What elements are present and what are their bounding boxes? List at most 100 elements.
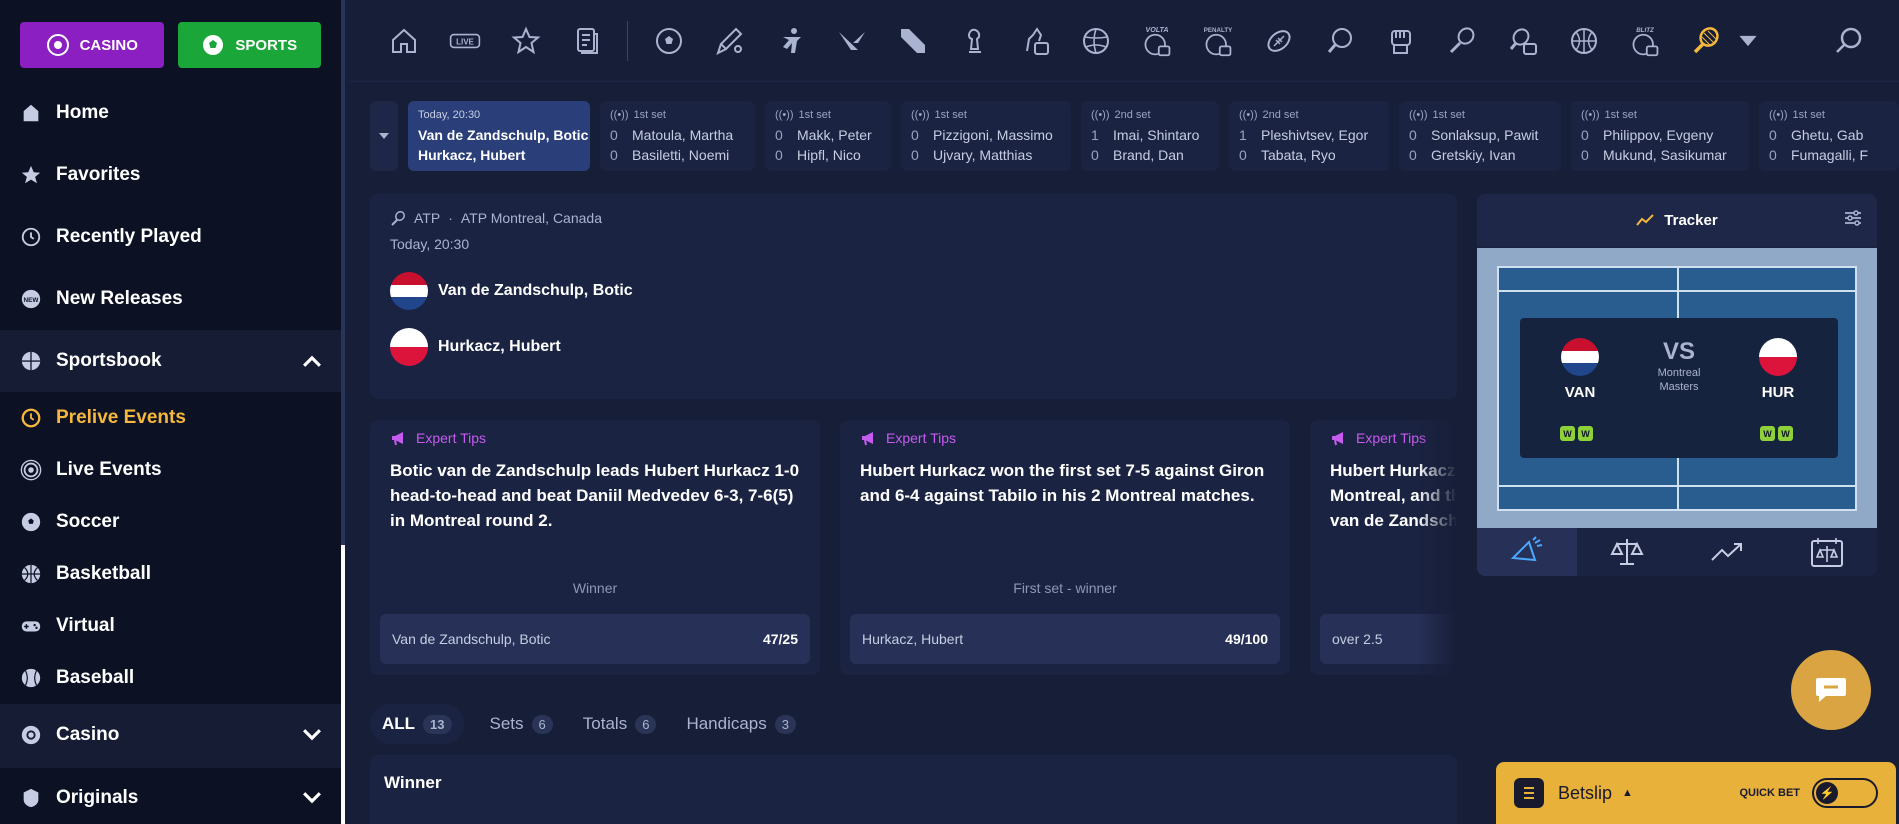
tab-sets[interactable]: Sets 6: [486, 704, 557, 744]
betslip-bar[interactable]: Betslip ▲ QUICK BET ⚡: [1496, 762, 1896, 824]
table-tennis-icon[interactable]: [1309, 16, 1370, 66]
sidebar-scrollbar[interactable]: [341, 545, 345, 824]
tracker-tab-announcements[interactable]: [1477, 528, 1577, 576]
home-score: 0: [610, 127, 618, 143]
search-icon[interactable]: [1818, 16, 1879, 66]
sidebar-item-prelive-events[interactable]: Prelive Events: [0, 392, 341, 444]
soccer-icon[interactable]: [638, 16, 699, 66]
win-badge: W: [1578, 426, 1593, 441]
match-card[interactable]: ((•)) 1st set 0 Ghetu, Gab 0 Fumagalli, F: [1759, 101, 1899, 171]
star-icon[interactable]: [495, 16, 556, 66]
vs-label: VS: [1662, 338, 1695, 365]
originals-icon: [23, 788, 39, 808]
tracker-tab-h2h[interactable]: [1777, 528, 1877, 576]
winner-market[interactable]: Winner: [370, 755, 1457, 824]
etennis-icon[interactable]: [1492, 16, 1553, 66]
home-icon[interactable]: [373, 16, 434, 66]
tip-market: First set - winner: [1013, 580, 1117, 596]
tip-heading: Expert Tips: [416, 430, 487, 446]
valorant-icon[interactable]: [821, 16, 882, 66]
basketball-icon[interactable]: [1553, 16, 1614, 66]
sidebar-item-home[interactable]: Home: [0, 82, 341, 144]
tab-totals[interactable]: Totals 6: [579, 704, 661, 744]
live-signal-icon: ((•)): [1409, 109, 1428, 121]
sidebar-item-label: Originals: [56, 787, 139, 808]
chevron-down-icon: [303, 729, 321, 741]
tip-heading: Expert Tips: [886, 430, 957, 446]
casino-button[interactable]: CASINO: [20, 22, 164, 68]
match-card[interactable]: ((•)) 2nd set 1 Imai, Shintaro 0 Brand, Dan: [1081, 101, 1219, 171]
blitz-icon[interactable]: BLITZ: [1614, 16, 1675, 66]
coupon-icon[interactable]: [556, 16, 617, 66]
dota-icon[interactable]: [882, 16, 943, 66]
cricket-icon[interactable]: [699, 16, 760, 66]
sidebar-item-favorites[interactable]: Favorites: [0, 144, 341, 206]
home-team: Van de Zandschulp, Botic: [390, 272, 1437, 310]
sidebar-item-new-releases[interactable]: NEW New Releases: [0, 268, 341, 330]
home-player: Pleshivtsev, Egor: [1261, 127, 1369, 143]
tip-odds: 49/100: [1225, 631, 1268, 647]
efootball-icon[interactable]: [1004, 16, 1065, 66]
home-icon: [23, 104, 39, 122]
svg-text:NEW: NEW: [24, 297, 40, 304]
tracker-tab-compare[interactable]: [1577, 528, 1677, 576]
tracker-tab-stats[interactable]: [1677, 528, 1777, 576]
sidebar-item-virtual[interactable]: Virtual: [0, 600, 341, 652]
home-player: Matoula, Martha: [632, 127, 734, 143]
sports-button[interactable]: SPORTS: [177, 22, 321, 68]
chat-bubble-icon: [1816, 678, 1846, 702]
quick-bet-toggle[interactable]: ⚡: [1812, 778, 1878, 808]
sidebar-item-sportsbook[interactable]: Sportsbook: [0, 330, 341, 392]
badminton-icon[interactable]: [1431, 16, 1492, 66]
shooter-icon[interactable]: [760, 16, 821, 66]
tab-label: Sets: [489, 714, 524, 733]
quick-bet-label: QUICK BET: [1739, 787, 1801, 799]
match-card[interactable]: ((•)) 1st set 0 Matoula, Martha 0 Basiletti…: [600, 101, 755, 171]
match-card[interactable]: ((•)) 1st set 0 Pizzigoni, Massimo 0 Ujvary…: [901, 101, 1071, 171]
match-status: 1st set: [934, 109, 967, 121]
venue-line2: Masters: [1659, 381, 1699, 393]
fist-icon[interactable]: [1370, 16, 1431, 66]
sidebar-item-label: Baseball: [56, 667, 135, 688]
tab-all[interactable]: ALL 13: [370, 704, 464, 744]
tip-selection: Van de Zandschulp, Botic: [392, 631, 551, 647]
chess-icon[interactable]: [943, 16, 1004, 66]
sidebar-item-recently-played[interactable]: Recently Played: [0, 206, 341, 268]
tennis-icon[interactable]: [1675, 16, 1736, 66]
tip-odds-button[interactable]: Hurkacz, Hubert 49/100: [850, 614, 1280, 664]
penalty-icon[interactable]: PENALTY: [1187, 16, 1248, 66]
sidebar-item-soccer[interactable]: Soccer: [0, 496, 341, 548]
sidebar-item-baseball[interactable]: Baseball: [0, 652, 341, 704]
home-team-name: Van de Zandschulp, Botic: [438, 282, 633, 299]
sidebar-item-label: Home: [56, 102, 109, 123]
match-card[interactable]: ((•)) 1st set 0 Philippov, Evgeny 0 Mukund,…: [1571, 101, 1749, 171]
match-card[interactable]: ((•)) 1st set 0 Sonlaksup, Pawit 0 Gretskiy…: [1399, 101, 1561, 171]
sidebar-item-casino[interactable]: Casino: [0, 704, 341, 766]
soccer-icon: [21, 512, 41, 532]
live-icon[interactable]: LIVE: [434, 16, 495, 66]
soccer-ball-icon: [203, 35, 224, 55]
volleyball-icon[interactable]: [1065, 16, 1126, 66]
match-status: 1st set: [1604, 109, 1637, 121]
tip-odds-button[interactable]: Van de Zandschulp, Botic 47/25: [380, 614, 810, 664]
match-card[interactable]: ((•)) 1st set 0 Makk, Peter 0 Hipfl, Nico: [765, 101, 891, 171]
rugby-icon[interactable]: [1248, 16, 1309, 66]
sidebar-item-basketball[interactable]: Basketball: [0, 548, 341, 600]
sidebar-item-label: New Releases: [56, 288, 183, 309]
match-card-selected[interactable]: Today, 20:30 Van de Zandschulp, Botic Hu…: [408, 101, 590, 171]
chevron-up-icon: [303, 355, 321, 367]
settings-sliders-icon[interactable]: [1843, 208, 1863, 228]
sports-button-label: SPORTS: [235, 36, 298, 54]
tab-handicaps[interactable]: Handicaps 3: [682, 704, 800, 744]
match-card[interactable]: ((•)) 2nd set 1 Pleshivtsev, Egor 0 Tabata,…: [1229, 101, 1389, 171]
sidebar-item-live-events[interactable]: Live Events: [0, 444, 341, 496]
sidebar-item-originals[interactable]: Originals: [0, 766, 341, 824]
tab-count: 6: [635, 714, 657, 734]
chat-button[interactable]: [1791, 650, 1871, 730]
away-team-name: Hurkacz, Hubert: [438, 338, 561, 355]
more-sports-caret-icon[interactable]: [1736, 16, 1760, 66]
collapse-strip-button[interactable]: [370, 101, 398, 171]
volta-icon[interactable]: VOLTA: [1126, 16, 1187, 66]
event-tournament[interactable]: ATP Montreal, Canada: [461, 210, 602, 226]
win-badge: W: [1560, 426, 1575, 441]
